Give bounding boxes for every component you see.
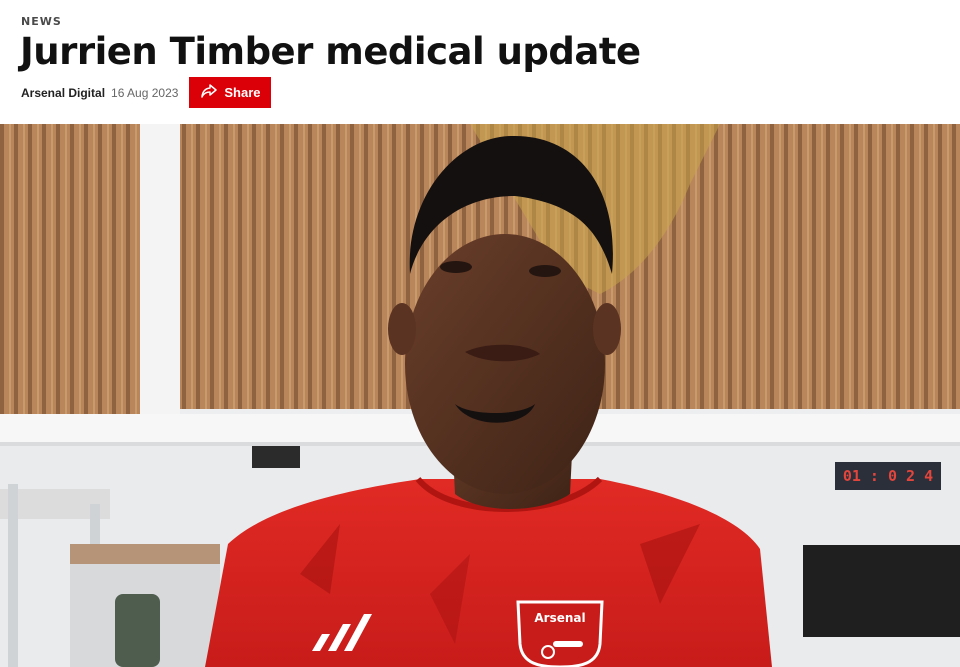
share-label: Share [224,85,261,100]
author-name: Arsenal Digital [21,85,106,100]
article-header: NEWS Jurrien Timber medical update Arsen… [0,0,960,124]
category-label[interactable]: NEWS [21,15,62,28]
article-title: Jurrien Timber medical update [20,30,641,73]
publish-date: 16 Aug 2023 [111,85,179,100]
scoreboard-text: 01 : 0 2 4 [843,467,933,485]
share-arrow-icon [200,83,218,102]
article-meta: Arsenal Digital 16 Aug 2023 Share [21,77,272,108]
share-button[interactable]: Share [189,77,272,108]
hero-image: 01 : 0 2 4 Arsenal [0,124,960,667]
crest-text: Arsenal [534,611,585,625]
club-crest: Arsenal [516,600,604,667]
